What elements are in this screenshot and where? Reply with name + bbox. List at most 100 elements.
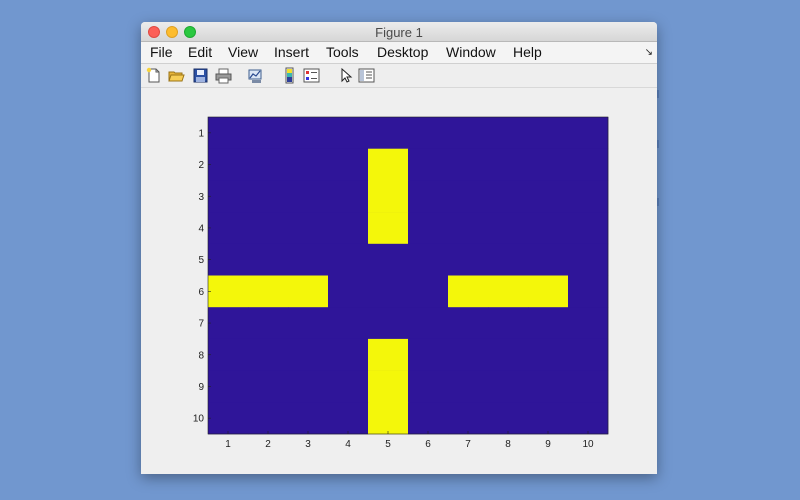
heatmap-cell (408, 338, 449, 371)
heatmap-cell (248, 370, 289, 403)
x-tick-label: 8 (505, 439, 511, 450)
heatmap-cell (288, 180, 329, 213)
y-tick-label: 1 (198, 128, 204, 139)
menu-file[interactable]: File (150, 44, 173, 60)
heatmap-cell (448, 117, 489, 149)
y-tick-label: 7 (198, 319, 204, 330)
show-plot-tools-icon[interactable] (358, 67, 375, 84)
figure-window: Figure 1 File Edit View Insert Tools Des… (141, 22, 657, 474)
heatmap-cell (408, 307, 449, 340)
window-title: Figure 1 (375, 25, 423, 40)
heatmap-cell (248, 148, 289, 181)
heatmap-cell (448, 338, 489, 371)
heatmap-cell (568, 338, 609, 371)
heatmap-cell (568, 243, 609, 276)
heatmap-cell (288, 212, 329, 245)
heatmap-cell (528, 370, 569, 403)
heatmap-cell (448, 243, 489, 276)
link-plot-icon[interactable] (247, 67, 264, 84)
menu-edit[interactable]: Edit (188, 44, 212, 60)
title-bar[interactable]: Figure 1 (141, 22, 657, 42)
heatmap-cell (448, 275, 489, 308)
heatmap-cell (248, 338, 289, 371)
heatmap-cell (568, 212, 609, 245)
heatmap-cell (568, 402, 609, 435)
heatmap-cell (288, 338, 329, 371)
heatmap-cell (528, 180, 569, 213)
heatmap-cell (568, 117, 609, 149)
x-tick-label: 10 (582, 439, 594, 450)
y-tick-label: 2 (198, 160, 204, 171)
heatmap-cell (488, 180, 529, 213)
heatmap-cell (328, 307, 369, 340)
y-tick-label: 10 (193, 414, 205, 425)
heatmap-cell (448, 180, 489, 213)
heatmap-cell (528, 148, 569, 181)
menu-insert[interactable]: Insert (274, 44, 309, 60)
x-tick-label: 3 (305, 439, 311, 450)
heatmap-cell (328, 338, 369, 371)
insert-colorbar-icon[interactable] (281, 67, 298, 84)
heatmap-cell (408, 243, 449, 276)
heatmap-cell (408, 402, 449, 435)
x-tick-label: 5 (385, 439, 391, 450)
heatmap-cell (368, 370, 409, 403)
heatmap-cell (528, 275, 569, 308)
heatmap-cell (408, 180, 449, 213)
heatmap-cell (408, 148, 449, 181)
heatmap-cell (488, 117, 529, 149)
x-tick-label: 1 (225, 439, 231, 450)
heatmap-cell (208, 212, 249, 245)
edit-plot-pointer-icon[interactable] (337, 67, 354, 84)
heatmap-cell (208, 117, 249, 149)
desktop: Figure 1 File Edit View Insert Tools Des… (0, 0, 800, 500)
heatmap-axes[interactable]: 1 2 3 4 5 6 7 8 9 10 1 2 3 4 5 6 7 8 9 10 (141, 88, 657, 474)
heatmap-cell (248, 307, 289, 340)
heatmap-cell (328, 243, 369, 276)
heatmap-cell (248, 180, 289, 213)
heatmap-cell (448, 370, 489, 403)
heatmap-cell (568, 275, 609, 308)
heatmap-cell (328, 180, 369, 213)
heatmap-cell (528, 117, 569, 149)
insert-legend-icon[interactable] (303, 67, 320, 84)
heatmap-cell (488, 148, 529, 181)
heatmap-cell (368, 307, 409, 340)
x-tick-label: 7 (465, 439, 471, 450)
menu-tools[interactable]: Tools (326, 44, 359, 60)
heatmap-cell (368, 243, 409, 276)
dock-arrow-icon[interactable]: ↘ (645, 47, 653, 58)
heatmap-cell (448, 212, 489, 245)
y-tick-label: 8 (198, 350, 204, 361)
heatmap-cell (368, 275, 409, 308)
heatmap-cell (328, 402, 369, 435)
heatmap-cell (208, 243, 249, 276)
heatmap-cell (288, 307, 329, 340)
figure-toolbar (141, 64, 657, 88)
heatmap-cell (248, 275, 289, 308)
heatmap-cell (528, 243, 569, 276)
heatmap-cell (408, 212, 449, 245)
open-file-icon[interactable] (168, 67, 185, 84)
menu-help[interactable]: Help (513, 44, 542, 60)
heatmap-cell (248, 117, 289, 149)
menu-view[interactable]: View (228, 44, 258, 60)
heatmap-cell (328, 212, 369, 245)
save-icon[interactable] (192, 67, 209, 84)
x-tick-label: 6 (425, 439, 431, 450)
heatmap-cell (288, 148, 329, 181)
heatmap-cell (368, 338, 409, 371)
heatmap-cell (568, 307, 609, 340)
print-icon[interactable] (215, 67, 232, 84)
heatmap-cell (368, 212, 409, 245)
new-figure-icon[interactable] (145, 67, 162, 84)
heatmap-cell (328, 117, 369, 149)
menu-desktop[interactable]: Desktop (377, 44, 428, 60)
x-tick-label: 2 (265, 439, 271, 450)
heatmap-cell (248, 243, 289, 276)
heatmap-cell (248, 402, 289, 435)
heatmap-cell (328, 148, 369, 181)
menu-window[interactable]: Window (446, 44, 496, 60)
heatmap-cell (488, 307, 529, 340)
heatmap-cell (528, 402, 569, 435)
